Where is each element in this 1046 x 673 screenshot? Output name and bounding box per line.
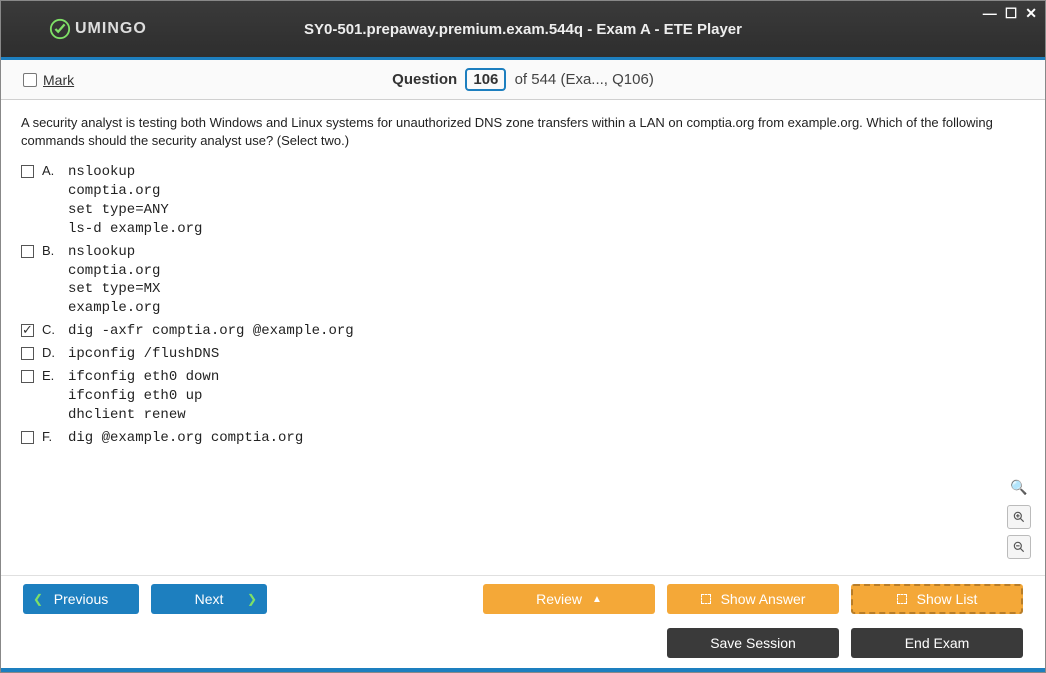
answer-body: ipconfig /flushDNS xyxy=(68,345,219,364)
zoom-in-icon[interactable] xyxy=(1007,505,1031,529)
show-answer-label: Show Answer xyxy=(721,591,806,607)
answer-body: ifconfig eth0 down ifconfig eth0 up dhcl… xyxy=(68,368,219,425)
previous-button[interactable]: ❮ Previous xyxy=(23,584,139,614)
info-bar: Mark Question 106 of 544 (Exa..., Q106) xyxy=(1,60,1045,100)
action-row-2: Save Session End Exam xyxy=(1,622,1045,668)
answer-letter: B. xyxy=(42,243,60,258)
app-logo: UMINGO xyxy=(49,18,147,40)
show-list-label: Show List xyxy=(917,591,978,607)
search-icon[interactable]: 🔍 xyxy=(1007,475,1031,499)
answer-letter: C. xyxy=(42,322,60,337)
answer-letter: E. xyxy=(42,368,60,383)
next-button[interactable]: Next ❯ xyxy=(151,584,267,614)
review-label: Review xyxy=(536,591,582,607)
logo-checkmark-icon xyxy=(49,18,71,40)
minimize-icon[interactable]: — xyxy=(983,5,997,22)
answer-checkbox[interactable] xyxy=(21,431,34,444)
answer-row[interactable]: C. dig -axfr comptia.org @example.org xyxy=(21,322,1025,341)
answer-body: nslookup comptia.org set type=ANY ls-d e… xyxy=(68,163,202,239)
answer-letter: D. xyxy=(42,345,60,360)
action-row-1: ❮ Previous Next ❯ Review ▲ Show Answer S… xyxy=(1,575,1045,622)
question-context: (Exa..., Q106) xyxy=(560,71,653,88)
mark-control[interactable]: Mark xyxy=(23,72,74,88)
answer-letter: F. xyxy=(42,429,60,444)
window-controls: — ☐ ✕ xyxy=(983,5,1037,22)
show-list-button[interactable]: Show List xyxy=(851,584,1023,614)
window-title: SY0-501.prepaway.premium.exam.544q - Exa… xyxy=(1,21,1045,38)
answer-row[interactable]: D. ipconfig /flushDNS xyxy=(21,345,1025,364)
save-session-button[interactable]: Save Session xyxy=(667,628,839,658)
answer-body: nslookup comptia.org set type=MX example… xyxy=(68,243,160,319)
total-questions: 544 xyxy=(531,71,556,88)
brand-text: UMINGO xyxy=(75,20,147,38)
maximize-icon[interactable]: ☐ xyxy=(1005,5,1018,22)
zoom-out-icon[interactable] xyxy=(1007,535,1031,559)
question-text: A security analyst is testing both Windo… xyxy=(21,114,1025,149)
chevron-left-icon: ❮ xyxy=(33,592,43,606)
answer-checkbox[interactable] xyxy=(21,370,34,383)
question-word: Question xyxy=(392,71,457,88)
answer-letter: A. xyxy=(42,163,60,178)
save-session-label: Save Session xyxy=(710,635,796,651)
square-icon xyxy=(897,594,907,604)
question-position: Question 106 of 544 (Exa..., Q106) xyxy=(1,68,1045,91)
answer-body: dig -axfr comptia.org @example.org xyxy=(68,322,354,341)
mark-label: Mark xyxy=(43,72,74,88)
review-button[interactable]: Review ▲ xyxy=(483,584,655,614)
answer-checkbox[interactable] xyxy=(21,347,34,360)
zoom-tools: 🔍 xyxy=(1007,475,1031,559)
triangle-up-icon: ▲ xyxy=(592,594,602,605)
end-exam-button[interactable]: End Exam xyxy=(851,628,1023,658)
chevron-right-icon: ❯ xyxy=(247,592,257,606)
answer-checkbox[interactable] xyxy=(21,165,34,178)
end-exam-label: End Exam xyxy=(905,635,970,651)
previous-label: Previous xyxy=(54,591,108,607)
answer-checkbox[interactable] xyxy=(21,324,34,337)
show-answer-button[interactable]: Show Answer xyxy=(667,584,839,614)
answer-body: dig @example.org comptia.org xyxy=(68,429,303,448)
answers-list: A. nslookup comptia.org set type=ANY ls-d… xyxy=(21,163,1025,447)
content-area: A security analyst is testing both Windo… xyxy=(1,100,1045,575)
mark-checkbox[interactable] xyxy=(23,73,37,87)
answer-row[interactable]: A. nslookup comptia.org set type=ANY ls-d… xyxy=(21,163,1025,239)
answer-row[interactable]: B. nslookup comptia.org set type=MX examp… xyxy=(21,243,1025,319)
square-icon xyxy=(701,594,711,604)
titlebar: UMINGO SY0-501.prepaway.premium.exam.544… xyxy=(1,1,1045,57)
of-word: of xyxy=(515,71,528,88)
bottom-separator xyxy=(1,668,1045,672)
answer-checkbox[interactable] xyxy=(21,245,34,258)
next-label: Next xyxy=(195,591,224,607)
answer-row[interactable]: F. dig @example.org comptia.org xyxy=(21,429,1025,448)
close-icon[interactable]: ✕ xyxy=(1025,5,1037,22)
answer-row[interactable]: E. ifconfig eth0 down ifconfig eth0 up dh… xyxy=(21,368,1025,425)
question-number-box[interactable]: 106 xyxy=(465,68,506,91)
